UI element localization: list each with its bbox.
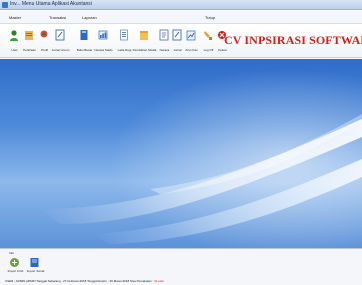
trial-balance-icon [98,30,108,40]
toolbar-neraca-saldo-button[interactable]: Neraca Saldo [94,28,113,55]
toolbar: User Perkiraan Profil Jurnal Umum Buku B… [0,25,362,58]
balance-sheet-icon [159,29,169,41]
menu-transaksi[interactable]: Transaksi [49,15,66,20]
title-bar: Inv... Menu Utama Aplikasi Akuntansi [0,0,362,10]
toolbar-label: Jurnal Umum [51,48,70,52]
desktop-background [0,59,362,248]
toolbar-label: Keluar [218,48,227,52]
import-journal-icon [30,258,39,267]
profit-loss-icon [120,29,128,41]
brand-name: CV INPSIRASI SOFTWARE [224,33,362,47]
menu-master[interactable]: Master [9,15,21,20]
footer-section-label: Info [9,251,15,255]
ledger-icon [80,30,88,40]
import-coa-icon [10,258,19,267]
toolbar-laba-rugi-button[interactable]: Laba Rugi [116,28,133,55]
chart-of-accounts-icon [25,31,33,40]
toolbar-jurnal-umum-button[interactable]: Jurnal Umum [52,28,69,55]
logoff-icon [204,31,212,40]
status-text: USER : ADMIN ADMIN Tanggal Sekarang : 27… [5,279,154,283]
toolbar-perubahan-modal-button[interactable]: Perubahan Modal [133,28,156,55]
window-title: Inv... Menu Utama Aplikasi Akuntansi [10,1,92,7]
menu-bar: Master Transaksi Laporan Tutup [0,11,362,24]
capital-change-icon [140,31,148,40]
profile-icon [40,30,48,38]
wallpaper-swoosh [0,59,362,248]
status-line: USER : ADMIN ADMIN Tanggal Sekarang : 27… [5,279,164,283]
menu-laporan[interactable]: Laporan [82,15,97,20]
remaining-days: 31 Hari [154,279,164,283]
footer-panel: Info Import COA Import Jurnal USER : ADM… [0,248,362,285]
menu-tutup[interactable]: Tutup [205,15,215,20]
import-coa-button[interactable]: Import COA [7,256,23,276]
user-add-icon [10,30,18,41]
cash-flow-icon [186,30,196,41]
import-jurnal-button[interactable]: Import Jurnal [27,256,44,276]
quick-label: Import Jurnal [26,269,45,273]
journal-report-icon [172,29,182,41]
app-icon [2,2,8,8]
journal-icon [55,29,65,41]
